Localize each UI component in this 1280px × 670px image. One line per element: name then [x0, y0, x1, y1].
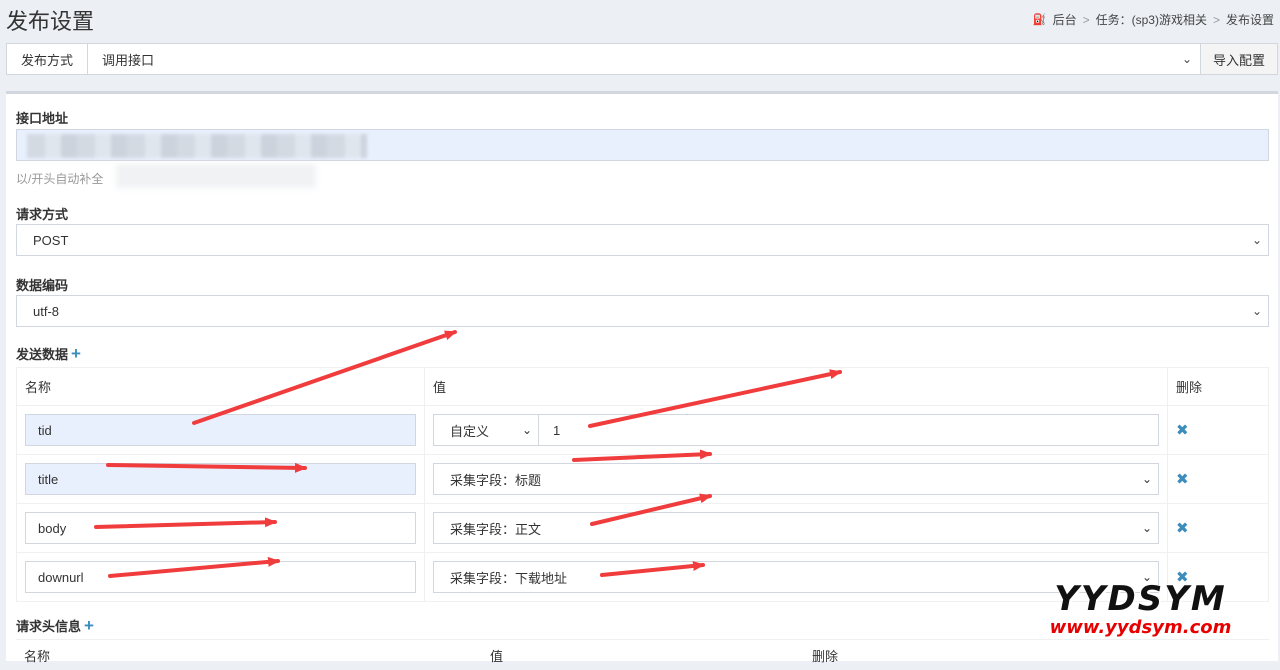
request-method-label: 请求方式	[16, 207, 69, 222]
import-config-button[interactable]: 导入配置	[1200, 44, 1277, 74]
breadcrumb-separator: >	[1212, 12, 1220, 27]
field-value-text: 采集字段：标题	[450, 472, 542, 488]
request-method-value: POST	[33, 232, 69, 248]
delete-row-icon[interactable]: ✖	[1176, 520, 1189, 537]
column-header-name: 名称	[24, 649, 51, 664]
breadcrumb-task[interactable]: 任务：(sp3)游戏相关	[1096, 11, 1207, 28]
field-value-group: 自定义 ⌄ 1	[433, 414, 1159, 446]
send-data-table: 名称 值 删除 tid 自定义 ⌄ 1 ✖ title 采集字段：标题 ⌄ ✖ …	[16, 367, 1269, 602]
api-url-label: 接口地址	[16, 111, 69, 126]
chevron-down-icon: ⌄	[1251, 304, 1262, 318]
breadcrumb: ⛽ 后台 > 任务：(sp3)游戏相关 > 发布设置	[1033, 11, 1274, 28]
request-headers-label: 请求头信息 +	[16, 616, 94, 636]
breadcrumb-separator: >	[1082, 12, 1090, 27]
table-row: title 采集字段：标题 ⌄ ✖	[16, 454, 1269, 504]
column-header-value: 值	[424, 367, 1168, 406]
column-header-delete: 删除	[812, 649, 839, 664]
dashboard-icon: ⛽	[1032, 14, 1047, 26]
chevron-down-icon: ⌄	[1251, 233, 1262, 247]
table-row: body 采集字段：正文 ⌄ ✖	[16, 503, 1269, 553]
request-headers-table: 名称 值 删除	[16, 639, 1269, 670]
blurred-url-value	[27, 134, 367, 158]
table-row: tid 自定义 ⌄ 1 ✖	[16, 405, 1269, 455]
blurred-hint	[116, 164, 316, 188]
api-url-hint: 以/开头自动补全	[16, 172, 104, 186]
settings-panel: 接口地址 以/开头自动补全 请求方式 POST ⌄ 数据编码 utf-8 ⌄ 发…	[6, 91, 1278, 664]
field-value-select[interactable]: 采集字段：标题 ⌄	[433, 463, 1159, 495]
field-value-text: 采集字段：正文	[450, 521, 542, 537]
send-data-text: 发送数据	[16, 347, 69, 362]
watermark-url: www.yydsym.com	[1049, 617, 1232, 638]
api-url-input[interactable]	[16, 129, 1269, 161]
field-name-input[interactable]: body	[25, 512, 416, 544]
field-value-select[interactable]: 采集字段：正文 ⌄	[433, 512, 1159, 544]
chevron-down-icon: ⌄	[1181, 52, 1192, 66]
request-method-select[interactable]: POST ⌄	[16, 224, 1269, 256]
column-header-delete: 删除	[1167, 367, 1269, 406]
watermark-logo: YYDSYM www.yydsym.com	[1013, 580, 1268, 638]
custom-value-input[interactable]: 1	[539, 414, 1159, 446]
column-header-name: 名称	[16, 367, 425, 406]
publish-method-value: 调用接口	[102, 52, 155, 68]
data-encoding-value: utf-8	[33, 303, 60, 319]
data-encoding-label: 数据编码	[16, 278, 69, 293]
field-value-text: 采集字段：下载地址	[450, 570, 568, 586]
column-header-value: 值	[490, 649, 504, 664]
watermark-brand: YYDSYM	[1054, 579, 1227, 619]
publish-method-select[interactable]: 调用接口 ⌄	[88, 44, 1200, 74]
chevron-down-icon: ⌄	[1141, 472, 1152, 486]
request-headers-text: 请求头信息	[16, 619, 82, 634]
publish-method-group: 发布方式 调用接口 ⌄ 导入配置	[6, 43, 1278, 75]
send-data-label: 发送数据 +	[16, 344, 81, 364]
value-type-select[interactable]: 自定义 ⌄	[433, 414, 539, 446]
value-type-text: 自定义	[450, 423, 490, 439]
breadcrumb-current: 发布设置	[1225, 13, 1274, 27]
field-name-input[interactable]: downurl	[25, 561, 416, 593]
publish-method-label: 发布方式	[7, 44, 88, 74]
add-send-data-icon[interactable]: +	[71, 344, 81, 363]
add-header-icon[interactable]: +	[84, 616, 94, 635]
page-title: 发布设置	[6, 9, 95, 34]
data-encoding-select[interactable]: utf-8 ⌄	[16, 295, 1269, 327]
chevron-down-icon: ⌄	[1141, 521, 1152, 535]
chevron-down-icon: ⌄	[521, 423, 532, 437]
breadcrumb-home[interactable]: 后台	[1053, 11, 1077, 28]
field-name-input[interactable]: tid	[25, 414, 416, 446]
field-name-input[interactable]: title	[25, 463, 416, 495]
delete-row-icon[interactable]: ✖	[1176, 471, 1189, 488]
table-header-row: 名称 值 删除	[16, 367, 1269, 406]
delete-row-icon[interactable]: ✖	[1176, 422, 1189, 439]
